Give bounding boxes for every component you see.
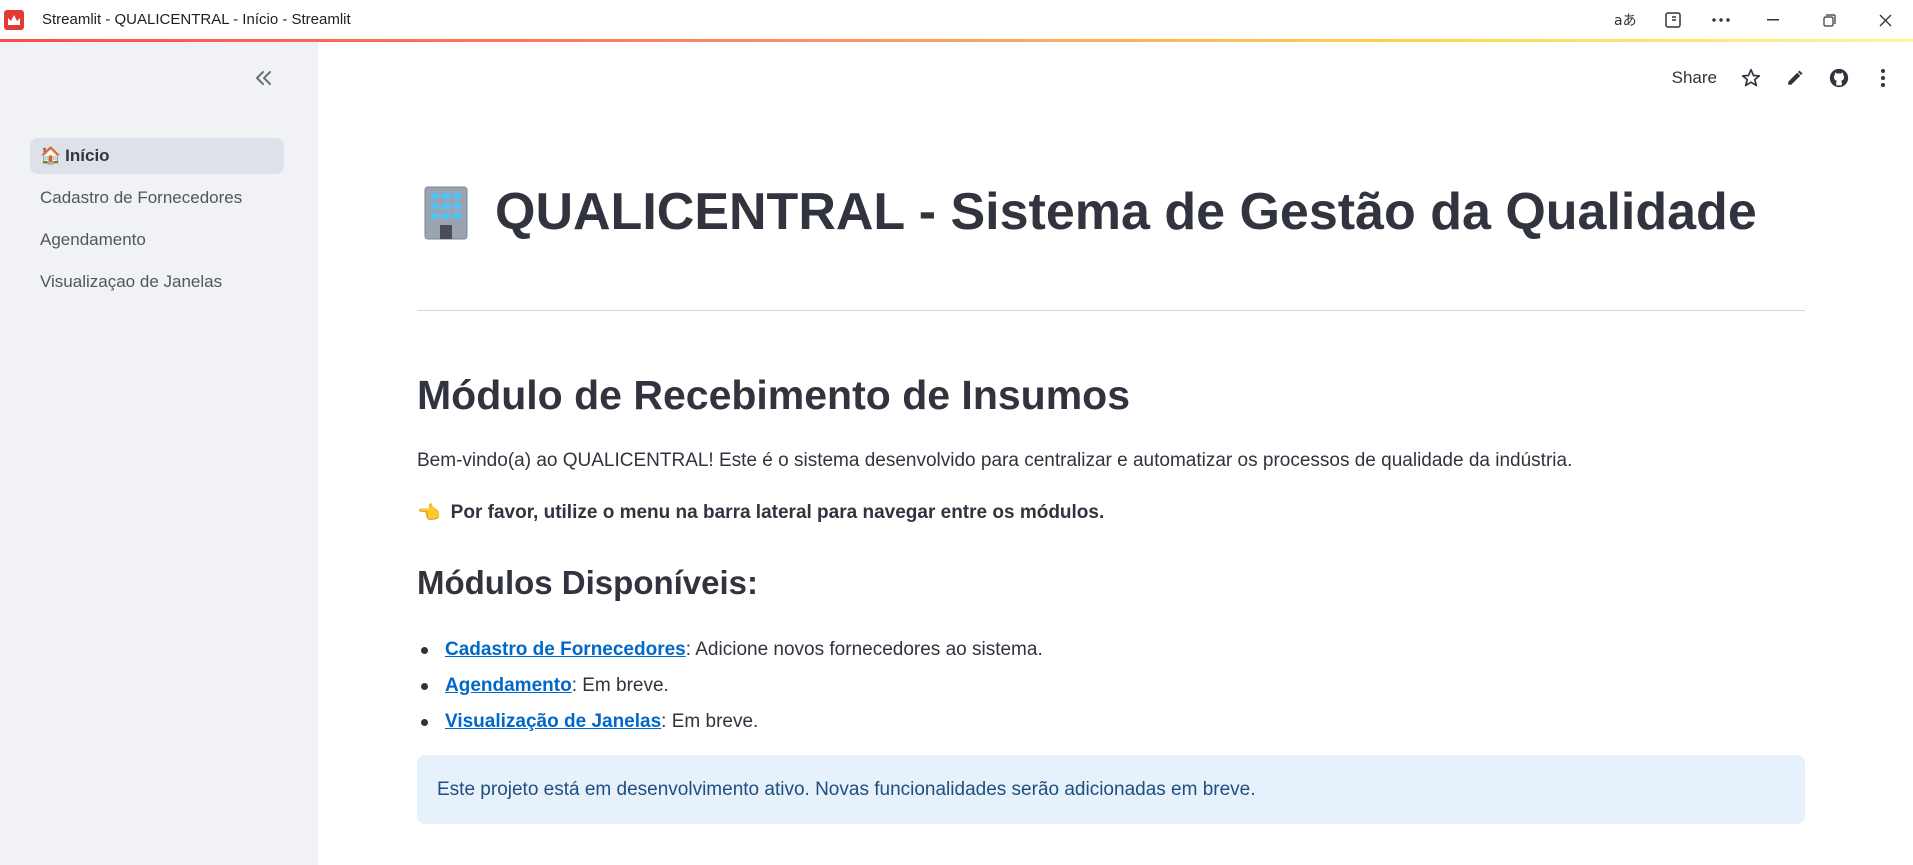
- sidebar-item-label: Cadastro de Fornecedores: [40, 188, 243, 207]
- module-description: : Adicione novos fornecedores ao sistema…: [685, 639, 1043, 660]
- pointing-hand-icon: 👈: [417, 503, 441, 524]
- module-link-visualizacao[interactable]: Visualização de Janelas: [445, 711, 661, 732]
- streamlit-logo-icon: [4, 10, 24, 30]
- building-icon: [424, 186, 468, 240]
- collapse-sidebar-icon[interactable]: [248, 62, 280, 94]
- close-icon[interactable]: [1857, 0, 1913, 40]
- restore-icon[interactable]: [1801, 0, 1857, 40]
- modules-heading: Módulos Disponíveis:: [417, 564, 759, 601]
- module-description: : Em breve.: [661, 711, 759, 732]
- house-icon: 🏠: [40, 146, 62, 165]
- svg-text:aあ: aあ: [1614, 13, 1636, 28]
- divider: [417, 310, 1805, 311]
- sidebar-item-cadastro[interactable]: Cadastro de Fornecedores: [30, 180, 284, 216]
- sidebar-item-label: Agendamento: [40, 230, 146, 249]
- bullet: [421, 719, 428, 726]
- section-title: Módulo de Recebimento de Insumos: [417, 372, 1131, 418]
- sidebar-nav: 🏠 Início Cadastro de Fornecedores Agendam…: [30, 138, 284, 306]
- share-button[interactable]: Share: [1660, 58, 1729, 98]
- sidebar-item-label: Visualizaçao de Janelas: [40, 272, 223, 291]
- welcome-text: Bem-vindo(a) ao QUALICENTRAL! Este é o s…: [417, 450, 1573, 471]
- sidebar-item-inicio[interactable]: 🏠 Início: [30, 138, 284, 174]
- sidebar-item-agendamento[interactable]: Agendamento: [30, 222, 284, 258]
- github-icon[interactable]: [1817, 58, 1861, 98]
- window-titlebar: Streamlit - QUALICENTRAL - Início - Stre…: [0, 0, 1913, 40]
- list-item: Agendamento: Em breve.: [417, 668, 1043, 704]
- module-link-cadastro[interactable]: Cadastro de Fornecedores: [445, 639, 686, 660]
- more-icon[interactable]: [1697, 0, 1745, 40]
- star-icon[interactable]: [1729, 58, 1773, 98]
- kebab-menu-icon[interactable]: [1861, 58, 1905, 98]
- app-toolbar: Share: [1660, 58, 1905, 98]
- hint-text: Por favor, utilize o menu na barra later…: [450, 502, 1105, 523]
- page-title: QUALICENTRAL - Sistema de Gestão da Qual…: [417, 182, 1805, 242]
- bullet: [421, 683, 428, 690]
- minimize-icon[interactable]: [1745, 0, 1801, 40]
- reader-mode-icon[interactable]: [1649, 0, 1697, 40]
- edit-icon[interactable]: [1773, 58, 1817, 98]
- info-alert: Este projeto está em desenvolvimento ati…: [417, 755, 1805, 824]
- sidebar: 🏠 Início Cadastro de Fornecedores Agendam…: [0, 42, 318, 865]
- sidebar-item-label: Início: [65, 146, 110, 165]
- list-item: Visualização de Janelas: Em breve.: [417, 704, 1043, 740]
- list-item: Cadastro de Fornecedores: Adicione novos…: [417, 632, 1043, 668]
- modules-list: Cadastro de Fornecedores: Adicione novos…: [417, 632, 1043, 740]
- window-title: Streamlit - QUALICENTRAL - Início - Stre…: [42, 11, 351, 28]
- sidebar-hint: 👈 Por favor, utilize o menu na barra lat…: [417, 501, 1104, 525]
- sidebar-item-visualizacao[interactable]: Visualizaçao de Janelas: [30, 264, 284, 300]
- translate-icon[interactable]: aあ: [1601, 0, 1649, 40]
- module-description: : Em breve.: [571, 675, 669, 696]
- module-link-agendamento[interactable]: Agendamento: [445, 675, 572, 696]
- page-title-text: QUALICENTRAL - Sistema de Gestão da Qual…: [495, 183, 1757, 241]
- bullet: [421, 647, 428, 654]
